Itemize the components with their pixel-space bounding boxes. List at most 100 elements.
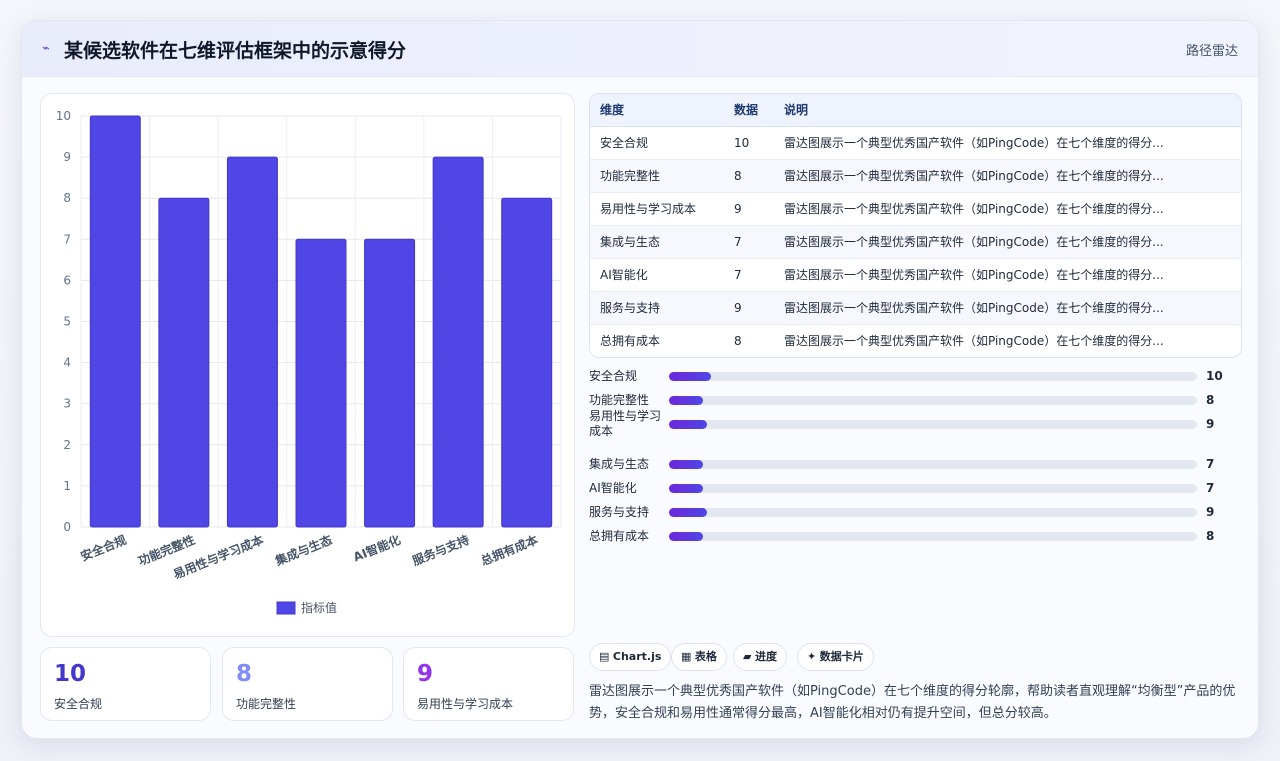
cell-value: 9 — [734, 301, 742, 315]
bar-chart-svg: 012345678910安全合规 功能完整性易用性与学习成本 集成与生态 AI智能化服… — [56, 109, 562, 615]
table-row: AI智能化 7 雷达图展示一个典型优秀国产软件（如PingCode）在七个维度的得分… — [590, 259, 1241, 292]
y-tick-label: 2 — [63, 438, 71, 452]
cell-note: 雷达图展示一个典型优秀国产软件（如PingCode）在七个维度的得分... — [784, 169, 1164, 183]
chip-icon: ▦ — [681, 650, 692, 663]
y-tick-label: 8 — [63, 191, 71, 205]
bar-chart: 0 1 2 3 4 5 6 7 8 9 10 安全合规 功能完整性 易用性与学习成本 集成与生态 AI智能化服… — [40, 93, 575, 637]
cell-dimension: 易用性与学习成本 — [600, 202, 697, 216]
stat-card: 10 安全合规 — [40, 647, 211, 721]
stat-label: 易用性与学习成本 — [417, 697, 514, 711]
chip-label: Chart.js — [612, 650, 662, 663]
chip-icon: ▰ — [743, 650, 752, 663]
progress-label: 集成与生态 — [589, 457, 650, 471]
stat-label: 安全合规 — [54, 697, 103, 711]
bar — [89, 115, 141, 528]
legend-label: 指标值 — [301, 600, 337, 615]
header-value: 数据 — [734, 103, 759, 117]
progress-value: 8 — [1206, 529, 1215, 543]
progress-label: 总拥有成本 — [589, 529, 650, 543]
chip-icon: ✦ — [807, 650, 817, 663]
progress-track — [669, 420, 1197, 429]
y-tick-label: 3 — [63, 397, 71, 411]
chip[interactable]: ✦ 数据卡片 — [797, 643, 874, 671]
progress-value: 7 — [1206, 481, 1215, 495]
stat-card: 8 功能完整性 — [222, 647, 393, 721]
header-dimension: 维度 — [600, 103, 625, 117]
y-tick-label: 10 — [56, 109, 71, 123]
cell-note: 雷达图展示一个典型优秀国产软件（如PingCode）在七个维度的得分... — [784, 202, 1164, 216]
stat-label: 功能完整性 — [236, 697, 297, 711]
stat-value: 8 — [236, 661, 253, 687]
progress-label: 服务与支持 — [589, 505, 650, 519]
progress-fill — [669, 372, 712, 381]
cell-value: 7 — [734, 268, 742, 282]
table-row: 集成与生态 7 雷达图展示一个典型优秀国产软件（如PingCode）在七个维度的得分… — [590, 226, 1241, 259]
bar — [501, 197, 553, 528]
bar — [432, 156, 484, 528]
y-tick-label: 5 — [63, 315, 71, 329]
progress-fill — [669, 484, 703, 493]
x-tick-label: 总拥有成本 — [479, 532, 540, 568]
y-tick-label: 9 — [63, 150, 71, 164]
chip[interactable]: ▤ Chart.js — [589, 643, 672, 671]
cell-value: 7 — [734, 235, 742, 249]
progress-fill — [669, 508, 708, 517]
y-tick-label: 0 — [63, 520, 71, 534]
progress-track — [669, 532, 1197, 541]
table-row: 功能完整性 8 雷达图展示一个典型优秀国产软件（如PingCode）在七个维度的得分… — [590, 160, 1241, 193]
cell-dimension: 安全合规 — [600, 136, 649, 150]
legend-swatch — [276, 601, 296, 615]
y-tick-label: 7 — [63, 232, 71, 246]
progress-value: 10 — [1206, 369, 1223, 383]
cell-note: 雷达图展示一个典型优秀国产软件（如PingCode）在七个维度的得分... — [784, 136, 1164, 150]
y-tick-label: 1 — [63, 479, 71, 493]
table-row: 总拥有成本 8 雷达图展示一个典型优秀国产软件（如PingCode）在七个维度的得分… — [590, 325, 1241, 357]
progress-track — [669, 396, 1197, 405]
data-table: 维度 数据 说明 安全合规 10 雷达图展示一个典型优秀国产软件（如PingCode… — [589, 93, 1242, 358]
y-tick-label: 4 — [63, 356, 71, 370]
table-row: 安全合规 10 雷达图展示一个典型优秀国产软件（如PingCode）在七个维度的得分… — [590, 127, 1241, 160]
bar — [226, 156, 278, 528]
bar — [364, 238, 416, 528]
progress-value: 9 — [1206, 505, 1215, 519]
chip-icon: ▤ — [599, 650, 610, 663]
progress-value: 8 — [1206, 393, 1215, 407]
cell-value: 8 — [734, 334, 742, 348]
progress-label: 功能完整性 — [589, 393, 650, 407]
table-row: 服务与支持 9 雷达图展示一个典型优秀国产软件（如PingCode）在七个维度的得分… — [590, 292, 1241, 325]
cell-note: 雷达图展示一个典型优秀国产软件（如PingCode）在七个维度的得分... — [784, 268, 1164, 282]
cell-note: 雷达图展示一个典型优秀国产软件（如PingCode）在七个维度的得分... — [784, 301, 1164, 315]
cell-value: 10 — [734, 136, 750, 150]
table-row: 易用性与学习成本 9 雷达图展示一个典型优秀国产软件（如PingCode）在七个维度… — [590, 193, 1241, 226]
cell-dimension: AI智能化 — [600, 268, 648, 282]
report-card: ⌁ 某候选软件在七维评估框架中的示意得分 路径雷达 0 1 2 3 4 5 6 7 8 9 10 安全… — [21, 20, 1259, 739]
chip[interactable]: ▦ 表格 — [671, 643, 727, 671]
progress-track — [669, 484, 1197, 493]
y-tick-label: 6 — [63, 273, 71, 287]
progress-fill — [669, 460, 703, 469]
chip[interactable]: ▰ 进度 — [733, 643, 787, 671]
header-badge: 路径雷达 — [1185, 44, 1238, 59]
x-tick-label: AI智能化 — [351, 532, 403, 565]
stat-value: 9 — [417, 661, 434, 687]
cell-dimension: 服务与支持 — [600, 301, 661, 315]
progress-fill — [669, 532, 703, 541]
cell-note: 雷达图展示一个典型优秀国产软件（如PingCode）在七个维度的得分... — [784, 334, 1164, 348]
progress-fill — [669, 396, 703, 405]
table-header: 维度 数据 说明 — [590, 94, 1241, 127]
progress-track — [669, 372, 1197, 381]
description: 雷达图展示一个典型优秀国产软件（如PingCode）在七个维度的得分轮廓，帮助读… — [589, 684, 1236, 721]
progress-label: AI智能化 — [589, 481, 637, 495]
progress-label: 安全合规 — [589, 369, 638, 383]
stat-value: 10 — [54, 661, 87, 687]
progress-value: 7 — [1206, 457, 1215, 471]
page-title: 某候选软件在七维评估框架中的示意得分 — [64, 40, 407, 62]
bar — [295, 238, 347, 528]
header: ⌁ 某候选软件在七维评估框架中的示意得分 路径雷达 — [22, 21, 1258, 77]
chip-label: 进度 — [754, 650, 777, 663]
bolt-icon: ⌁ — [42, 41, 50, 56]
cell-dimension: 总拥有成本 — [600, 334, 661, 348]
x-tick-label: 服务与支持 — [410, 532, 471, 568]
x-tick-label: 集成与生态 — [272, 532, 334, 569]
header-note: 说明 — [784, 103, 809, 117]
